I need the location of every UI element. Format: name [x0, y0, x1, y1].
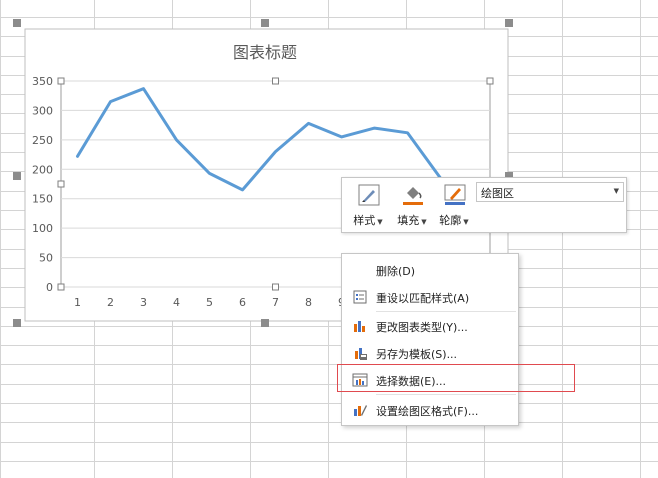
y-tick-label: 0 [46, 281, 53, 294]
menu-item-save-template[interactable]: 另存为模板(S)... [342, 340, 518, 366]
y-tick-label: 100 [32, 222, 53, 235]
menu-separator [376, 394, 516, 395]
y-tick-label: 200 [32, 163, 53, 176]
x-tick-label: 7 [272, 296, 279, 309]
plot-resize-handle[interactable] [272, 283, 279, 291]
fill-button[interactable]: 填充 ▼ [390, 182, 434, 230]
plot-resize-handle[interactable] [57, 77, 65, 85]
chart-resize-handle[interactable] [261, 19, 269, 27]
y-tick-label: 350 [32, 75, 53, 88]
x-tick-label: 2 [107, 296, 114, 309]
menu-separator [376, 311, 516, 312]
menu-item-reset-style[interactable]: 重设以匹配样式(A) [342, 284, 518, 310]
x-tick-label: 8 [305, 296, 312, 309]
x-tick-label: 6 [239, 296, 246, 309]
chart-title[interactable]: 图表标题 [233, 43, 297, 62]
chart-resize-handle[interactable] [505, 19, 513, 27]
style-label: 样式 [353, 214, 376, 227]
menu-item-label: 更改图表类型(Y)... [376, 321, 468, 334]
menu-item-label: 删除(D) [376, 265, 416, 278]
chart-resize-handle[interactable] [13, 172, 21, 180]
y-tick-label: 50 [39, 252, 53, 265]
y-tick-label: 150 [32, 193, 53, 206]
y-tick-label: 300 [32, 104, 53, 117]
x-tick-label: 5 [206, 296, 213, 309]
x-tick-label: 3 [140, 296, 147, 309]
context-menu: 删除(D) 重设以匹配样式(A) 更改图表类型(Y)... 另存为模板(S)..… [341, 253, 519, 426]
format-plot-area-icon [354, 405, 367, 416]
outline-dropdown-icon: ▼ [463, 218, 469, 226]
style-dropdown-icon: ▼ [377, 218, 383, 226]
style-brush-icon [358, 184, 380, 206]
x-tick-label: 4 [173, 296, 180, 309]
chart-element-value: 绘图区 [481, 187, 514, 200]
menu-item-label: 设置绘图区格式(F)... [376, 405, 479, 418]
plot-resize-handle[interactable] [57, 180, 65, 188]
chart-element-select[interactable]: 绘图区 ▼ [476, 182, 624, 202]
reset-style-icon [353, 290, 367, 304]
change-chart-type-icon [354, 321, 365, 332]
plot-resize-handle[interactable] [486, 77, 494, 85]
chart-resize-handle[interactable] [13, 19, 21, 27]
menu-item-format-plot-area[interactable]: 设置绘图区格式(F)... [342, 397, 518, 423]
menu-item-label: 重设以匹配样式(A) [376, 292, 470, 305]
paint-bucket-icon [403, 187, 423, 205]
chart-resize-handle[interactable] [13, 319, 21, 327]
plot-resize-handle[interactable] [272, 77, 279, 85]
fill-dropdown-icon: ▼ [421, 218, 427, 226]
save-template-icon [355, 348, 367, 360]
highlight-box [337, 364, 575, 392]
chart-resize-handle[interactable] [261, 319, 269, 327]
fill-label: 填充 [397, 214, 420, 227]
style-button[interactable]: 样式 ▼ [346, 182, 390, 230]
menu-item-delete[interactable]: 删除(D) [342, 257, 518, 283]
menu-item-change-chart-type[interactable]: 更改图表类型(Y)... [342, 313, 518, 339]
x-tick-label: 1 [74, 296, 81, 309]
line-chart[interactable]: 图表标题 050100150200250300350 123456789 [0, 0, 658, 478]
outline-label: 轮廓 [439, 214, 462, 227]
y-tick-label: 250 [32, 134, 53, 147]
outline-pen-icon [444, 184, 466, 205]
format-toolbar: 样式 ▼ 填充 ▼ 轮廓 ▼ 绘图区 ▼ [341, 177, 627, 233]
plot-resize-handle[interactable] [57, 283, 65, 291]
chevron-down-icon: ▼ [613, 187, 619, 195]
menu-item-label: 另存为模板(S)... [376, 348, 458, 361]
outline-button[interactable]: 轮廓 ▼ [432, 182, 476, 230]
